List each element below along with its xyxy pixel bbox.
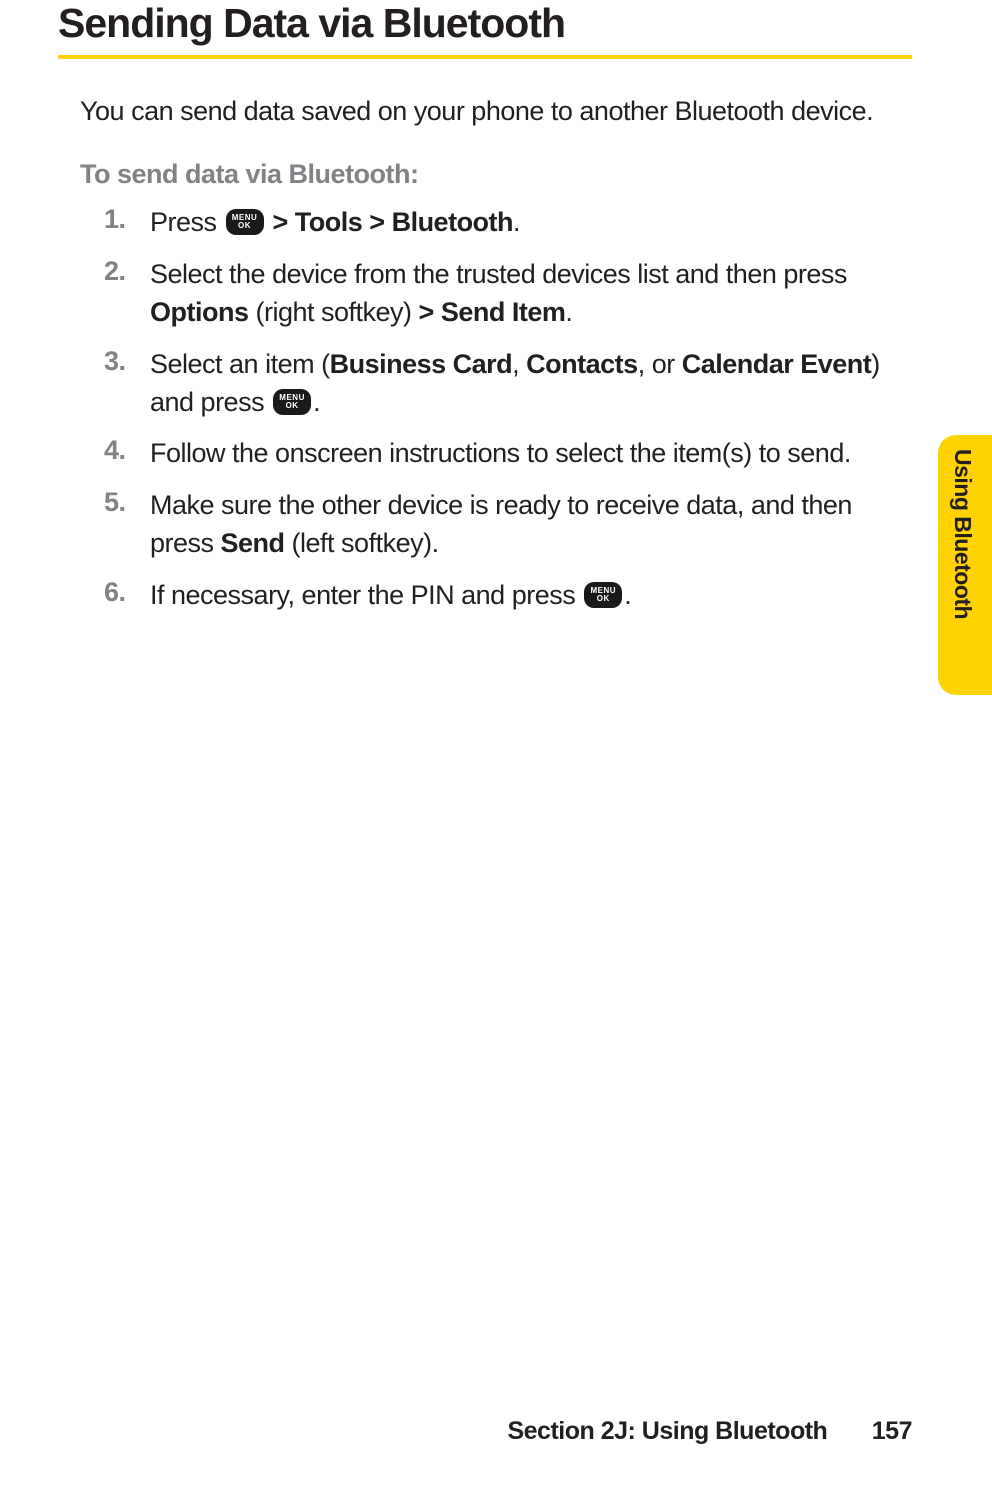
step-text: Select the device from the trusted devic…: [150, 256, 912, 332]
subheading: To send data via Bluetooth:: [80, 159, 912, 190]
step-number: 4.: [104, 435, 150, 466]
step-number: 6.: [104, 577, 150, 608]
step-number: 5.: [104, 487, 150, 518]
step-number: 3.: [104, 346, 150, 377]
step-text: Follow the onscreen instructions to sele…: [150, 435, 851, 473]
footer-section: Section 2J: Using Bluetooth: [507, 1417, 827, 1445]
side-tab-label: Using Bluetooth: [949, 449, 976, 619]
menu-ok-icon: MENUOK: [226, 209, 264, 235]
page-title: Sending Data via Bluetooth: [58, 0, 912, 47]
menu-ok-icon: MENUOK: [584, 582, 622, 608]
footer-page-number: 157: [872, 1417, 912, 1445]
step-6: 6. If necessary, enter the PIN and press…: [104, 577, 912, 615]
step-text: Make sure the other device is ready to r…: [150, 487, 912, 563]
step-text: Select an item (Business Card, Contacts,…: [150, 346, 912, 422]
step-1: 1. Press MENUOK > Tools > Bluetooth.: [104, 204, 912, 242]
step-text: Press MENUOK > Tools > Bluetooth.: [150, 204, 520, 242]
step-number: 2.: [104, 256, 150, 287]
title-underline: [58, 55, 912, 59]
side-tab: Using Bluetooth: [938, 435, 992, 695]
step-2: 2. Select the device from the trusted de…: [104, 256, 912, 332]
menu-ok-icon: MENUOK: [273, 389, 311, 415]
step-3: 3. Select an item (Business Card, Contac…: [104, 346, 912, 422]
step-5: 5. Make sure the other device is ready t…: [104, 487, 912, 563]
step-number: 1.: [104, 204, 150, 235]
step-text: If necessary, enter the PIN and press ME…: [150, 577, 631, 615]
page-footer: Section 2J: Using Bluetooth 157: [507, 1417, 912, 1446]
steps-list: 1. Press MENUOK > Tools > Bluetooth. 2. …: [104, 204, 912, 614]
intro-text: You can send data saved on your phone to…: [80, 93, 912, 129]
step-4: 4. Follow the onscreen instructions to s…: [104, 435, 912, 473]
